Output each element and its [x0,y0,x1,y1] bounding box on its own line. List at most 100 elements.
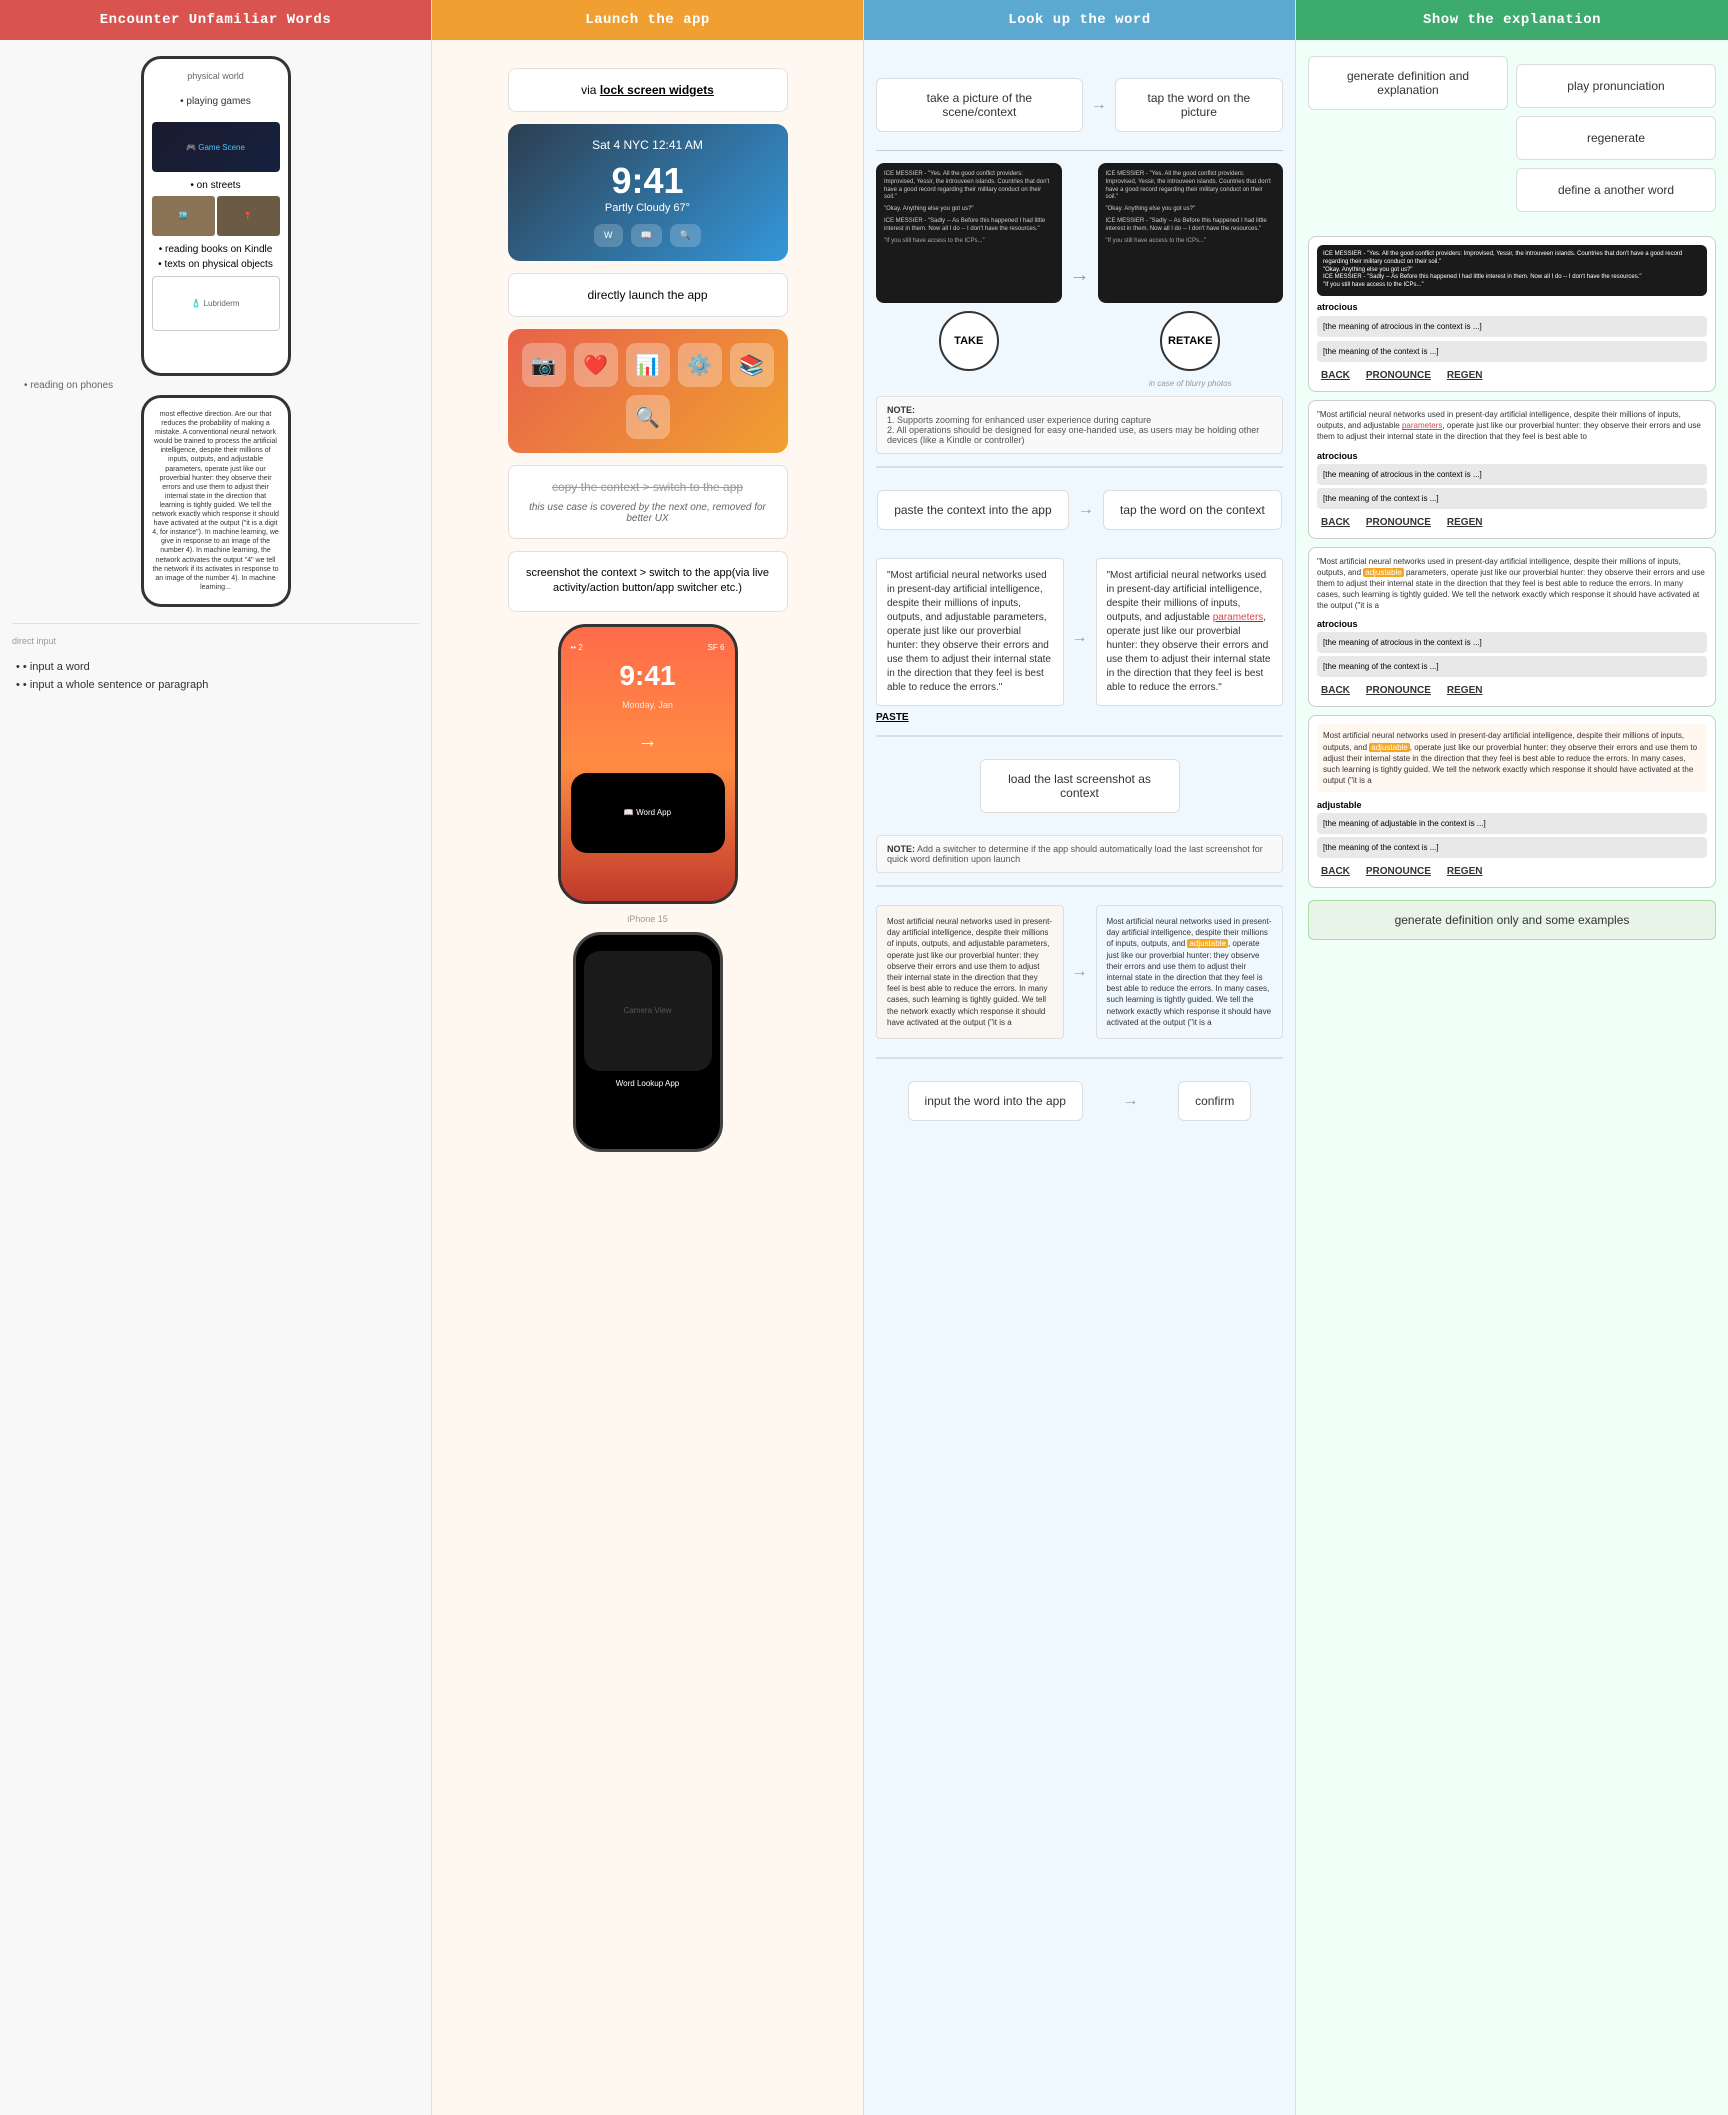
action-buttons-paste: BACK PRONOUNCE REGEN [1317,515,1707,530]
pronounce-btn-paste[interactable]: PRONOUNCE [1362,515,1435,530]
phone-mockup-physical: physical world playing games 🎮 Game Scen… [141,56,291,376]
note2-title: NOTE: [887,844,915,854]
direct-launch-label: directly launch the app [587,288,707,302]
app-icon-3: 📊 [626,343,670,387]
screenshot-result-screen: "Most artificial neural networks used in… [1308,547,1716,708]
regen-btn-adjustable[interactable]: REGEN [1443,864,1487,879]
paste-result-screen: "Most artificial neural networks used in… [1308,400,1716,539]
bullet-playing-games: playing games [156,93,276,110]
adjustable-result-screen: Most artificial neural networks used in … [1308,715,1716,888]
screenshot-note-box: NOTE: Add a switcher to determine if the… [876,835,1283,873]
back-btn-screenshot[interactable]: BACK [1317,683,1354,698]
lock-screen-widget-box: via lock screen widgets [508,68,788,112]
screenshot-passage-left: Most artificial neural networks used in … [876,905,1064,1039]
lockscreen-time: 9:41 [522,160,774,202]
back-btn-adjustable[interactable]: BACK [1317,864,1354,879]
iphone-date: Monday, Jan [571,700,725,710]
arrow-1: → [1091,96,1107,114]
word2-context: [the meaning of the context is ...] [1317,837,1707,858]
word1-screenshot-def: [the meaning of atrocious in the context… [1317,632,1707,653]
play-pronunciation-label: play pronunciation [1567,79,1664,93]
generate-def-only-label: generate definition only and some exampl… [1395,913,1630,927]
app-icon-5: 📚 [730,343,774,387]
pronounce-btn-screenshot[interactable]: PRONOUNCE [1362,683,1435,698]
adjustable-passage: Most artificial neural networks used in … [1317,724,1707,792]
pronounce-btn-cam[interactable]: PRONOUNCE [1362,368,1435,383]
word1-label-cam: atrocious [1317,302,1707,312]
phone-label: physical world [152,71,280,81]
word2-def: [the meaning of adjustable in the contex… [1317,813,1707,834]
regen-btn-paste[interactable]: REGEN [1443,515,1487,530]
load-screenshot-section: load the last screenshot as context [876,749,1283,823]
play-pronunciation-box[interactable]: play pronunciation [1516,64,1716,108]
arrow-confirm: → [1123,1092,1139,1110]
col3-header: Look up the word [864,0,1295,40]
paste-result-passage: "Most artificial neural networks used in… [1317,409,1707,443]
direct-input-section: direct input • input a word • input a wh… [12,623,419,702]
confirm-box: confirm [1178,1081,1251,1121]
screenshot-result-passage: "Most artificial neural networks used in… [1317,556,1707,612]
regen-btn-cam[interactable]: REGEN [1443,368,1487,383]
app-icon-4: ⚙️ [678,343,722,387]
arrow-paste-2: → [1072,629,1088,647]
take-button[interactable]: TAKE [939,311,999,371]
action-buttons-cam: BACK PRONOUNCE REGEN [1317,368,1707,383]
paste-flow-section: paste the context into the app → tap the… [876,480,1283,540]
input-word-section: input the word into the app → confirm [876,1071,1283,1131]
retake-button[interactable]: RETAKE [1160,311,1220,371]
define-another-box[interactable]: define a another word [1516,168,1716,212]
copy-switch-label: copy the context > switch to the app [523,480,773,494]
note-title: NOTE: [887,405,1272,415]
word1-def-cam: [the meaning of atrocious in the context… [1317,316,1707,337]
back-btn-cam[interactable]: BACK [1317,368,1354,383]
regen-btn-screenshot[interactable]: REGEN [1443,683,1487,698]
right-options-panel: play pronunciation regenerate define a a… [1516,64,1716,212]
widget-prefix: via [581,83,600,97]
regenerate-box[interactable]: regenerate [1516,116,1716,160]
iphone-screenshot-mockup: •• 2SF 6 9:41 Monday, Jan → 📖 Word App [558,624,738,904]
bullet-input-sentence: • input a whole sentence or paragraph [16,676,415,694]
phone-mockup-bottom: Camera View Word Lookup App [573,932,723,1152]
load-screenshot-box: load the last screenshot as context [980,759,1180,813]
iphone-model-label: iPhone 15 [444,914,851,924]
col4-header: Show the explanation [1296,0,1728,40]
generate-def-box: generate definition and explanation [1308,56,1508,110]
arrow-screenshot: → [1072,963,1088,981]
phone-screen-text: most effective direction. Are our that r… [152,410,280,592]
app-icon-1: 📷 [522,343,566,387]
tap-word-box: tap the word on the picture [1115,78,1283,132]
word1-paste-def: [the meaning of atrocious in the context… [1317,464,1707,485]
paste-label[interactable]: PASTE [876,712,1064,723]
word1-screenshot-context: [the meaning of the context is ...] [1317,656,1707,677]
word1-context-def-cam: [the meaning of the context is ...] [1317,341,1707,362]
direct-launch-box: directly launch the app [508,273,788,317]
note2: 2. All operations should be designed for… [887,425,1272,445]
action-buttons-screenshot: BACK PRONOUNCE REGEN [1317,683,1707,698]
regenerate-label: regenerate [1587,131,1645,145]
bullet-reading-phones: reading on phones [30,380,113,391]
phone-mockup-screen: most effective direction. Are our that r… [141,395,291,607]
copy-switch-box: copy the context > switch to the app thi… [508,465,788,539]
pronounce-btn-adjustable[interactable]: PRONOUNCE [1362,864,1435,879]
note1: 1. Supports zooming for enhanced user ex… [887,415,1272,425]
back-btn-paste[interactable]: BACK [1317,515,1354,530]
arrow-paste: → [1078,501,1094,519]
word2-label: adjustable [1317,800,1707,810]
app-icon-6: 🔍 [626,395,670,439]
passage-right-tap: "Most artificial neural networks used in… [1096,558,1284,706]
lock-screen-widget-label: lock screen widgets [600,83,714,97]
app-grid-mockup: 📷 ❤️ 📊 ⚙️ 📚 🔍 [508,329,788,453]
col1-header: Encounter Unfamiliar Words [0,0,431,40]
col2-header: Launch the app [432,0,863,40]
italic-note: this use case is covered by the next one… [523,502,773,524]
screenshot-passage-right: Most artificial neural networks used in … [1096,905,1284,1039]
bullet-input-word: • input a word [16,658,415,676]
iphone-time: 9:41 [571,660,725,692]
blurry-note: in case of blurry photos [1098,379,1284,388]
screenshot-note-label: screenshot the context > switch to the a… [523,566,773,597]
passage-left-paste: "Most artificial neural networks used in… [876,558,1064,706]
lockscreen-date: Sat 4 NYC 12:41 AM [522,138,774,152]
word1-paste-context: [the meaning of the context is ...] [1317,488,1707,509]
input-word-box: input the word into the app [908,1081,1083,1121]
screenshot-switch-box: screenshot the context > switch to the a… [508,551,788,612]
